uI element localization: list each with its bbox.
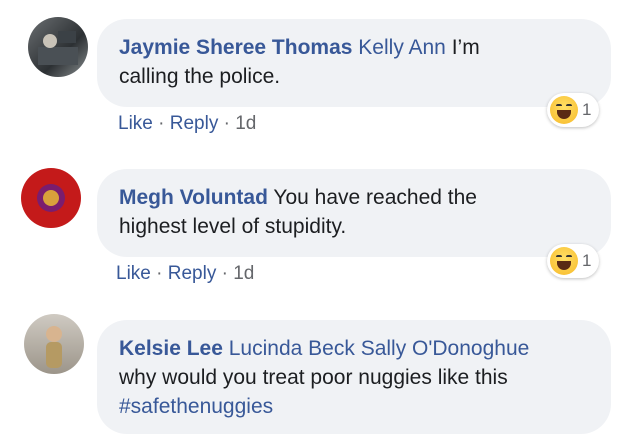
avatar-logo-icon <box>37 184 65 212</box>
comment-bubble: Kelsie Lee Lucinda Beck Sally O'Donoghue… <box>97 320 611 434</box>
comment-bubble: Jaymie Sheree Thomas Kelly Ann I’m calli… <box>97 19 611 107</box>
comment-actions: Like · Reply · 1d <box>118 113 256 135</box>
avatar-photo-icon <box>38 31 78 65</box>
reaction-summary[interactable]: 1 <box>547 244 600 278</box>
separator: · <box>156 263 163 284</box>
separator: · <box>221 263 228 284</box>
avatar[interactable] <box>24 314 84 374</box>
avatar-person-icon <box>46 326 62 368</box>
timestamp[interactable]: 1d <box>233 263 254 284</box>
comment-text-line2: calling the police. <box>119 65 281 88</box>
mention-link[interactable]: Sally O'Donoghue <box>361 337 530 360</box>
reaction-count: 1 <box>582 100 592 119</box>
timestamp[interactable]: 1d <box>235 113 256 134</box>
separator: · <box>158 113 165 134</box>
reaction-count: 1 <box>582 251 592 270</box>
comment-text-line2: highest level of stupidity. <box>119 215 347 238</box>
reply-link[interactable]: Reply <box>168 263 217 284</box>
comment-text: You have reached the <box>267 186 477 209</box>
hashtag-link[interactable]: #safethenuggies <box>119 395 273 418</box>
mention-link[interactable]: Lucinda Beck <box>229 337 355 360</box>
comment-bubble: Megh Voluntad You have reached the highe… <box>97 169 611 257</box>
comment-author[interactable]: Kelsie Lee <box>119 337 223 360</box>
comment-author[interactable]: Megh Voluntad <box>119 186 268 209</box>
like-link[interactable]: Like <box>116 263 151 284</box>
avatar[interactable] <box>28 17 88 77</box>
comment-author[interactable]: Jaymie Sheree Thomas <box>119 36 352 59</box>
comment-text-line2: why would you treat poor nuggies like th… <box>119 366 508 389</box>
haha-reaction-icon <box>550 247 578 275</box>
like-link[interactable]: Like <box>118 113 153 134</box>
comment-text: I’m <box>445 36 480 59</box>
mention-link[interactable]: Kelly Ann <box>358 36 446 59</box>
comment-actions: Like · Reply · 1d <box>116 263 254 285</box>
haha-reaction-icon <box>550 96 578 124</box>
reaction-summary[interactable]: 1 <box>547 93 600 127</box>
reply-link[interactable]: Reply <box>170 113 219 134</box>
separator: · <box>223 113 230 134</box>
avatar[interactable] <box>21 168 81 228</box>
